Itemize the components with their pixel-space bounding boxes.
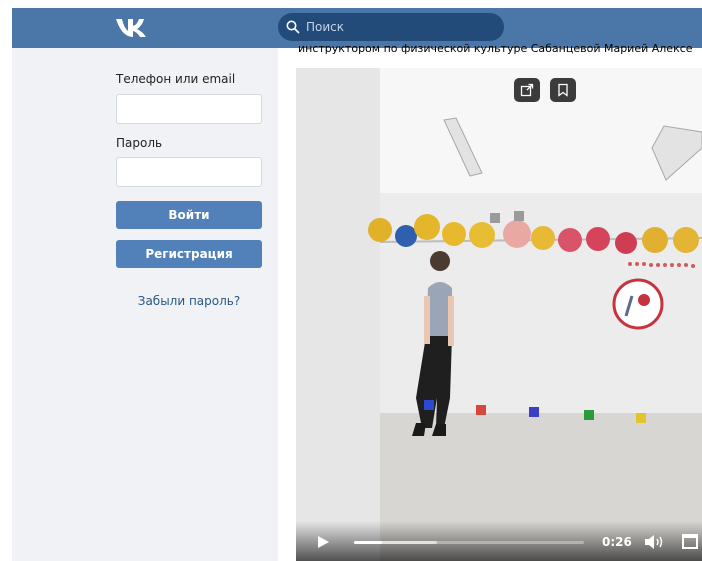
bookmark-button[interactable] — [550, 78, 576, 102]
volume-icon[interactable] — [644, 533, 666, 551]
video-player[interactable]: 0:26 — [296, 68, 702, 561]
login-button[interactable]: Войти — [116, 201, 262, 229]
bookmark-icon — [558, 83, 568, 97]
current-time: 0:26 — [602, 535, 632, 549]
phone-email-field[interactable] — [116, 94, 262, 124]
phone-label: Телефон или email — [116, 72, 236, 86]
vk-page: Телефон или email Пароль Войти Регистрац… — [12, 8, 702, 561]
login-sidebar: Телефон или email Пароль Войти Регистрац… — [12, 48, 278, 561]
share-icon — [520, 83, 534, 97]
post-description: инструктором по физической культуре Саба… — [298, 42, 693, 55]
forgot-password-link[interactable]: Забыли пароль? — [116, 294, 262, 308]
video-frame — [296, 68, 702, 561]
register-button[interactable]: Регистрация — [116, 240, 262, 268]
password-label: Пароль — [116, 136, 163, 150]
played-bar — [354, 541, 382, 544]
play-icon[interactable] — [316, 535, 330, 549]
post-content: инструктором по физической культуре Саба… — [278, 42, 702, 561]
share-button[interactable] — [514, 78, 540, 102]
search-icon — [286, 20, 300, 34]
progress-bar[interactable] — [354, 541, 584, 544]
search-box[interactable] — [278, 13, 504, 41]
search-input[interactable] — [306, 20, 496, 34]
vk-logo-icon[interactable] — [114, 14, 150, 40]
video-controls: 0:26 — [296, 521, 702, 561]
fullscreen-icon[interactable] — [682, 534, 698, 549]
password-field[interactable] — [116, 157, 262, 187]
